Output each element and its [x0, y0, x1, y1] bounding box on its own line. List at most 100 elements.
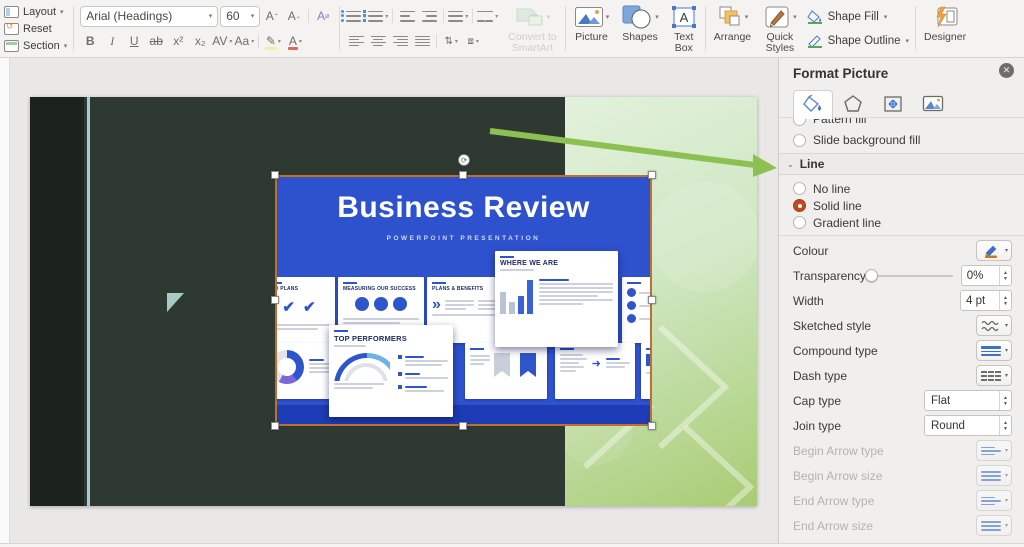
chevron-down-icon: ▾: [1005, 323, 1009, 329]
thumb-card-top-performers: TOP PERFORMERS: [329, 325, 453, 417]
tab-picture[interactable]: [913, 90, 953, 118]
increase-font-button[interactable]: A ⌃: [262, 6, 282, 26]
cap-type-row: Cap type Flat ▲ ▼: [779, 388, 1024, 413]
reset-button[interactable]: Reset: [4, 20, 67, 37]
line-spacing-button[interactable]: ▾: [448, 6, 468, 26]
decrease-indent-button[interactable]: [397, 6, 417, 26]
shape-fill-button[interactable]: Shape Fill ▾: [806, 6, 909, 28]
align-center-button[interactable]: [368, 31, 388, 51]
tab-effects[interactable]: [833, 90, 873, 118]
resize-handle-se[interactable]: [648, 422, 656, 430]
resize-handle-e[interactable]: [648, 296, 656, 304]
no-line-option[interactable]: No line: [779, 180, 1024, 197]
join-type-select[interactable]: Round ▲ ▼: [924, 415, 1012, 436]
tab-fill-line[interactable]: [793, 90, 833, 119]
line-colour-button[interactable]: ▾: [976, 240, 1012, 261]
stepper-icon[interactable]: ▲ ▼: [999, 266, 1011, 285]
arrange-button[interactable]: ▾ Arrange: [708, 0, 757, 57]
radio-icon: [793, 182, 806, 195]
slider-thumb[interactable]: [864, 269, 878, 282]
teal-triangle-shape[interactable]: [167, 293, 184, 312]
text-direction-button[interactable]: ⇅ ▾: [441, 31, 461, 51]
columns-button[interactable]: ▾: [477, 6, 498, 26]
slide-background-fill-option[interactable]: Slide background fill: [779, 130, 1024, 150]
textbox-icon: A: [671, 6, 696, 28]
pen-colour-icon: [977, 244, 1005, 258]
layout-button[interactable]: Layout ▾: [4, 3, 67, 20]
numbering-button[interactable]: ▾: [363, 6, 388, 26]
font-size-combo[interactable]: 60 ▾: [220, 5, 261, 27]
subscript-button[interactable]: x₂: [190, 31, 210, 51]
font-name-combo[interactable]: Arial (Headings) ▾: [80, 5, 219, 27]
radio-icon: [793, 133, 806, 147]
radio-icon: [793, 216, 806, 229]
shape-outline-button[interactable]: Shape Outline ▾: [807, 30, 909, 52]
chevron-down-icon: ▾: [1004, 248, 1008, 254]
textbox-button[interactable]: A Text Box: [665, 0, 703, 57]
begin-arrow-type-dropdown[interactable]: ▾: [976, 440, 1012, 461]
decrease-font-button[interactable]: A ⌄: [284, 6, 304, 26]
justify-icon: [414, 35, 430, 47]
picture-button[interactable]: ▾ Picture: [568, 0, 616, 57]
superscript-button[interactable]: x²: [168, 31, 188, 51]
resize-handle-s[interactable]: [459, 422, 467, 430]
rotation-handle[interactable]: ⟳: [458, 154, 470, 166]
pattern-fill-option[interactable]: Pattern fill: [779, 118, 1024, 129]
solid-line-option[interactable]: Solid line: [779, 197, 1024, 214]
transparency-slider[interactable]: [864, 269, 953, 282]
stepper-icon[interactable]: ▲ ▼: [999, 291, 1011, 310]
status-bar: [0, 543, 1024, 547]
transparency-spinbox[interactable]: 0% ▲ ▼: [960, 265, 1012, 286]
clear-formatting-button[interactable]: A ⌀: [313, 6, 333, 26]
font-color-icon: A: [287, 34, 298, 50]
character-spacing-button[interactable]: AV ▾: [212, 31, 232, 51]
align-right-button[interactable]: [390, 31, 410, 51]
change-case-button[interactable]: Aa ▾: [234, 31, 255, 51]
close-icon[interactable]: ✕: [999, 63, 1014, 78]
width-spinbox[interactable]: 4 pt ▲ ▼: [960, 290, 1012, 311]
align-text-button[interactable]: ⧈ ▾: [463, 31, 483, 51]
quick-styles-button[interactable]: ▾ Quick Styles: [757, 0, 803, 57]
stepper-icon[interactable]: ▲ ▼: [999, 416, 1011, 435]
stepper-icon[interactable]: ▲ ▼: [999, 391, 1011, 410]
resize-handle-n[interactable]: [459, 171, 467, 179]
highlight-color-button[interactable]: ✎ ▾: [263, 31, 283, 51]
sketched-style-row: Sketched style ▾: [779, 313, 1024, 338]
resize-handle-sw[interactable]: [271, 422, 279, 430]
powerpoint-window: Layout ▾ Reset Section ▾ Arial (Headings…: [0, 0, 1024, 547]
justify-button[interactable]: [412, 31, 432, 51]
sketched-style-dropdown[interactable]: ▾: [976, 315, 1012, 336]
gradient-line-option[interactable]: Gradient line: [779, 214, 1024, 231]
section-button[interactable]: Section ▾: [4, 37, 67, 54]
dash-type-dropdown[interactable]: ▾: [976, 365, 1012, 386]
align-left-icon: [348, 35, 364, 47]
end-arrow-type-dropdown[interactable]: ▾: [976, 490, 1012, 511]
resize-handle-w[interactable]: [271, 296, 279, 304]
end-arrow-size-dropdown[interactable]: ▾: [976, 515, 1012, 536]
thumbnail-pane-edge[interactable]: [0, 58, 10, 543]
strikethrough-button[interactable]: ab: [146, 31, 166, 51]
resize-handle-nw[interactable]: [271, 171, 279, 179]
underline-button[interactable]: U: [124, 31, 144, 51]
convert-smartart-button[interactable]: ▾ Convert to SmartArt: [502, 0, 562, 57]
textbox-label: Text Box: [674, 31, 694, 54]
increase-indent-button[interactable]: [419, 6, 439, 26]
line-section-header[interactable]: ⌄ Line: [779, 153, 1024, 175]
align-left-button[interactable]: [346, 31, 366, 51]
selected-picture[interactable]: Business Review POWERPOINT PRESENTATION …: [271, 154, 656, 430]
compound-type-dropdown[interactable]: ▾: [976, 340, 1012, 361]
tab-size-properties[interactable]: [873, 90, 913, 118]
designer-button[interactable]: Designer: [918, 0, 972, 57]
bold-button[interactable]: B: [80, 31, 100, 51]
svg-text:A: A: [679, 10, 688, 25]
font-color-button[interactable]: A ▾: [285, 31, 305, 51]
begin-arrow-size-dropdown[interactable]: ▾: [976, 465, 1012, 486]
font-name-value: Arial (Headings): [86, 9, 173, 23]
chevron-down-icon: ▾: [1004, 473, 1008, 479]
italic-button[interactable]: I: [102, 31, 122, 51]
slide-layout-group: Layout ▾ Reset Section ▾: [0, 0, 71, 57]
shapes-button[interactable]: ▾ Shapes: [615, 0, 665, 57]
cap-type-select[interactable]: Flat ▲ ▼: [924, 390, 1012, 411]
chevron-down-icon: ▾: [1004, 498, 1008, 504]
resize-handle-ne[interactable]: [648, 171, 656, 179]
